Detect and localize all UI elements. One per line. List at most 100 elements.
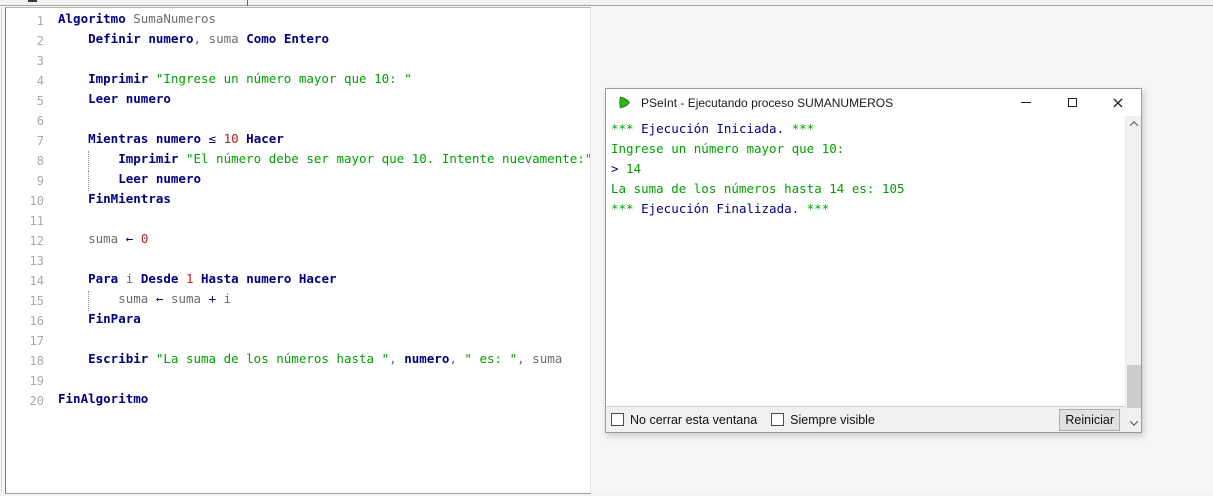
text-segment: , bbox=[193, 31, 209, 46]
line-number: 6 bbox=[36, 114, 44, 128]
text-segment: i bbox=[223, 291, 232, 306]
text-segment: Ejecución Iniciada. bbox=[641, 121, 785, 136]
code-line: 1 Algoritmo SumaNumeros bbox=[6, 11, 590, 31]
line-number: 1 bbox=[36, 14, 44, 28]
text-segment: FinPara bbox=[88, 311, 141, 326]
code-line: 19 bbox=[6, 371, 590, 391]
text-segment: "Ingrese un número mayor que 10: " bbox=[155, 71, 412, 86]
line-number: 16 bbox=[29, 314, 44, 328]
toolbar-dash bbox=[28, 0, 37, 2]
indent-guide-line bbox=[88, 291, 89, 311]
indent-guide-line bbox=[88, 151, 89, 171]
text-segment: suma bbox=[170, 291, 209, 306]
line-number: 14 bbox=[29, 274, 44, 288]
scrollbar-thumb[interactable] bbox=[1127, 365, 1141, 408]
line-number: 20 bbox=[29, 394, 44, 408]
text-segment: ← bbox=[125, 231, 141, 246]
caption-buttons: × bbox=[1003, 89, 1141, 116]
scroll-down-button[interactable] bbox=[1126, 415, 1141, 431]
code-line-text[interactable]: FinMientras bbox=[58, 191, 171, 211]
code-line-text[interactable]: Leer numero bbox=[58, 171, 201, 191]
text-segment: numero bbox=[155, 171, 202, 186]
line-number: 4 bbox=[36, 74, 44, 88]
code-line-text[interactable]: Leer numero bbox=[58, 91, 171, 111]
text-segment: Algoritmo bbox=[58, 11, 126, 26]
text-segment: FinAlgoritmo bbox=[58, 391, 149, 406]
code-line: 17 bbox=[6, 331, 590, 351]
console-output-line: La suma de los números hasta 14 es: 105 bbox=[611, 181, 1125, 201]
code-line-text[interactable]: Para i Desde 1 Hasta numero Hacer bbox=[58, 271, 336, 291]
text-segment: ← bbox=[155, 291, 171, 306]
tab-bar-remnant bbox=[0, 0, 1213, 6]
text-segment: FinMientras bbox=[88, 191, 171, 206]
code-line-text[interactable]: suma ← suma + i bbox=[58, 291, 231, 311]
minimize-button[interactable] bbox=[1003, 89, 1049, 116]
code-line: 12 suma ← 0 bbox=[6, 231, 590, 251]
code-line-text[interactable]: suma ← 0 bbox=[58, 231, 148, 251]
text-segment: , bbox=[517, 351, 533, 366]
code-line: 2 Definir numero, suma Como Entero bbox=[6, 31, 590, 51]
pseint-logo-icon bbox=[619, 96, 630, 109]
minimize-icon bbox=[1021, 102, 1031, 103]
console-output-line: *** Ejecución Iniciada. *** bbox=[611, 121, 1125, 141]
code-line-text[interactable]: Mientras numero ≤ 10 Hacer bbox=[58, 131, 284, 151]
console-output[interactable]: *** Ejecución Iniciada. *** Ingrese un nú… bbox=[606, 116, 1125, 406]
text-segment: suma bbox=[118, 291, 156, 306]
text-segment: 0 bbox=[140, 231, 149, 246]
code-line-text[interactable]: Imprimir "El número debe ser mayor que 1… bbox=[58, 151, 591, 171]
chevron-up-icon bbox=[1129, 121, 1138, 130]
code-line: 13 bbox=[6, 251, 590, 271]
line-number: 7 bbox=[36, 134, 44, 148]
text-segment: *** bbox=[611, 121, 642, 136]
text-segment: Para bbox=[88, 271, 126, 286]
text-segment: 10 bbox=[223, 131, 247, 146]
text-segment: Ejecución Finalizada. bbox=[641, 201, 800, 216]
code-line-text[interactable]: FinPara bbox=[58, 311, 141, 331]
code-line: 3 bbox=[6, 51, 590, 71]
code-line-text[interactable]: FinAlgoritmo bbox=[58, 391, 148, 411]
code-editor[interactable]: 1 Algoritmo SumaNumeros 2 Definir numero, … bbox=[5, 7, 591, 494]
console-title-bar[interactable]: PSeInt - Ejecutando proceso SUMANUMEROS … bbox=[606, 89, 1141, 116]
console-output-line: > 14 bbox=[611, 161, 1125, 181]
checkbox-box bbox=[771, 413, 785, 426]
text-segment: i bbox=[125, 271, 141, 286]
maximize-icon bbox=[1067, 98, 1077, 107]
restart-button[interactable]: Reiniciar bbox=[1059, 408, 1120, 431]
text-segment: Hasta bbox=[201, 271, 247, 286]
line-number: 5 bbox=[36, 94, 44, 108]
code-line-text[interactable]: Definir numero, suma Como Entero bbox=[58, 31, 329, 51]
text-segment: *** bbox=[799, 201, 830, 216]
code-line-text[interactable]: Imprimir "Ingrese un número mayor que 10… bbox=[58, 71, 412, 91]
line-number: 2 bbox=[36, 34, 44, 48]
maximize-button[interactable] bbox=[1049, 89, 1095, 116]
line-number: 8 bbox=[36, 154, 44, 168]
checkbox-label: Siempre visible bbox=[790, 412, 875, 427]
text-segment: Imprimir bbox=[118, 151, 186, 166]
editor-outer-border bbox=[1, 7, 2, 493]
code-line-text[interactable]: Algoritmo SumaNumeros bbox=[58, 11, 216, 31]
scroll-up-button[interactable] bbox=[1126, 116, 1141, 132]
indent-guide-line bbox=[88, 171, 89, 191]
text-segment: suma bbox=[208, 31, 247, 46]
window-title: PSeInt - Ejecutando proceso SUMANUMEROS bbox=[641, 95, 894, 110]
text-segment: Hacer bbox=[246, 131, 284, 146]
console-window: PSeInt - Ejecutando proceso SUMANUMEROS … bbox=[605, 88, 1142, 433]
checkbox-siempre-visible[interactable]: Siempre visible bbox=[771, 413, 875, 427]
line-number: 9 bbox=[36, 174, 44, 188]
text-segment: Desde bbox=[140, 271, 186, 286]
console-scrollbar[interactable] bbox=[1125, 116, 1141, 432]
code-line: 20 FinAlgoritmo bbox=[6, 391, 590, 411]
text-segment: *** bbox=[784, 121, 815, 136]
close-button[interactable]: × bbox=[1095, 89, 1141, 116]
text-segment: 14 bbox=[618, 161, 642, 176]
text-segment: Imprimir bbox=[88, 71, 156, 86]
text-segment: "El número debe ser mayor que 10. Intent… bbox=[185, 151, 591, 166]
code-line: 7 Mientras numero ≤ 10 Hacer bbox=[6, 131, 590, 151]
code-line-text[interactable]: Escribir "La suma de los números hasta "… bbox=[58, 351, 562, 371]
checkbox-no-cerrar[interactable]: No cerrar esta ventana bbox=[611, 413, 757, 427]
console-body: *** Ejecución Iniciada. *** Ingrese un nú… bbox=[606, 116, 1141, 432]
text-segment: , bbox=[389, 351, 405, 366]
code-area[interactable]: 1 Algoritmo SumaNumeros 2 Definir numero, … bbox=[6, 8, 590, 411]
text-segment: La suma de los números hasta 14 es: 105 bbox=[611, 181, 905, 196]
line-number: 15 bbox=[29, 294, 44, 308]
